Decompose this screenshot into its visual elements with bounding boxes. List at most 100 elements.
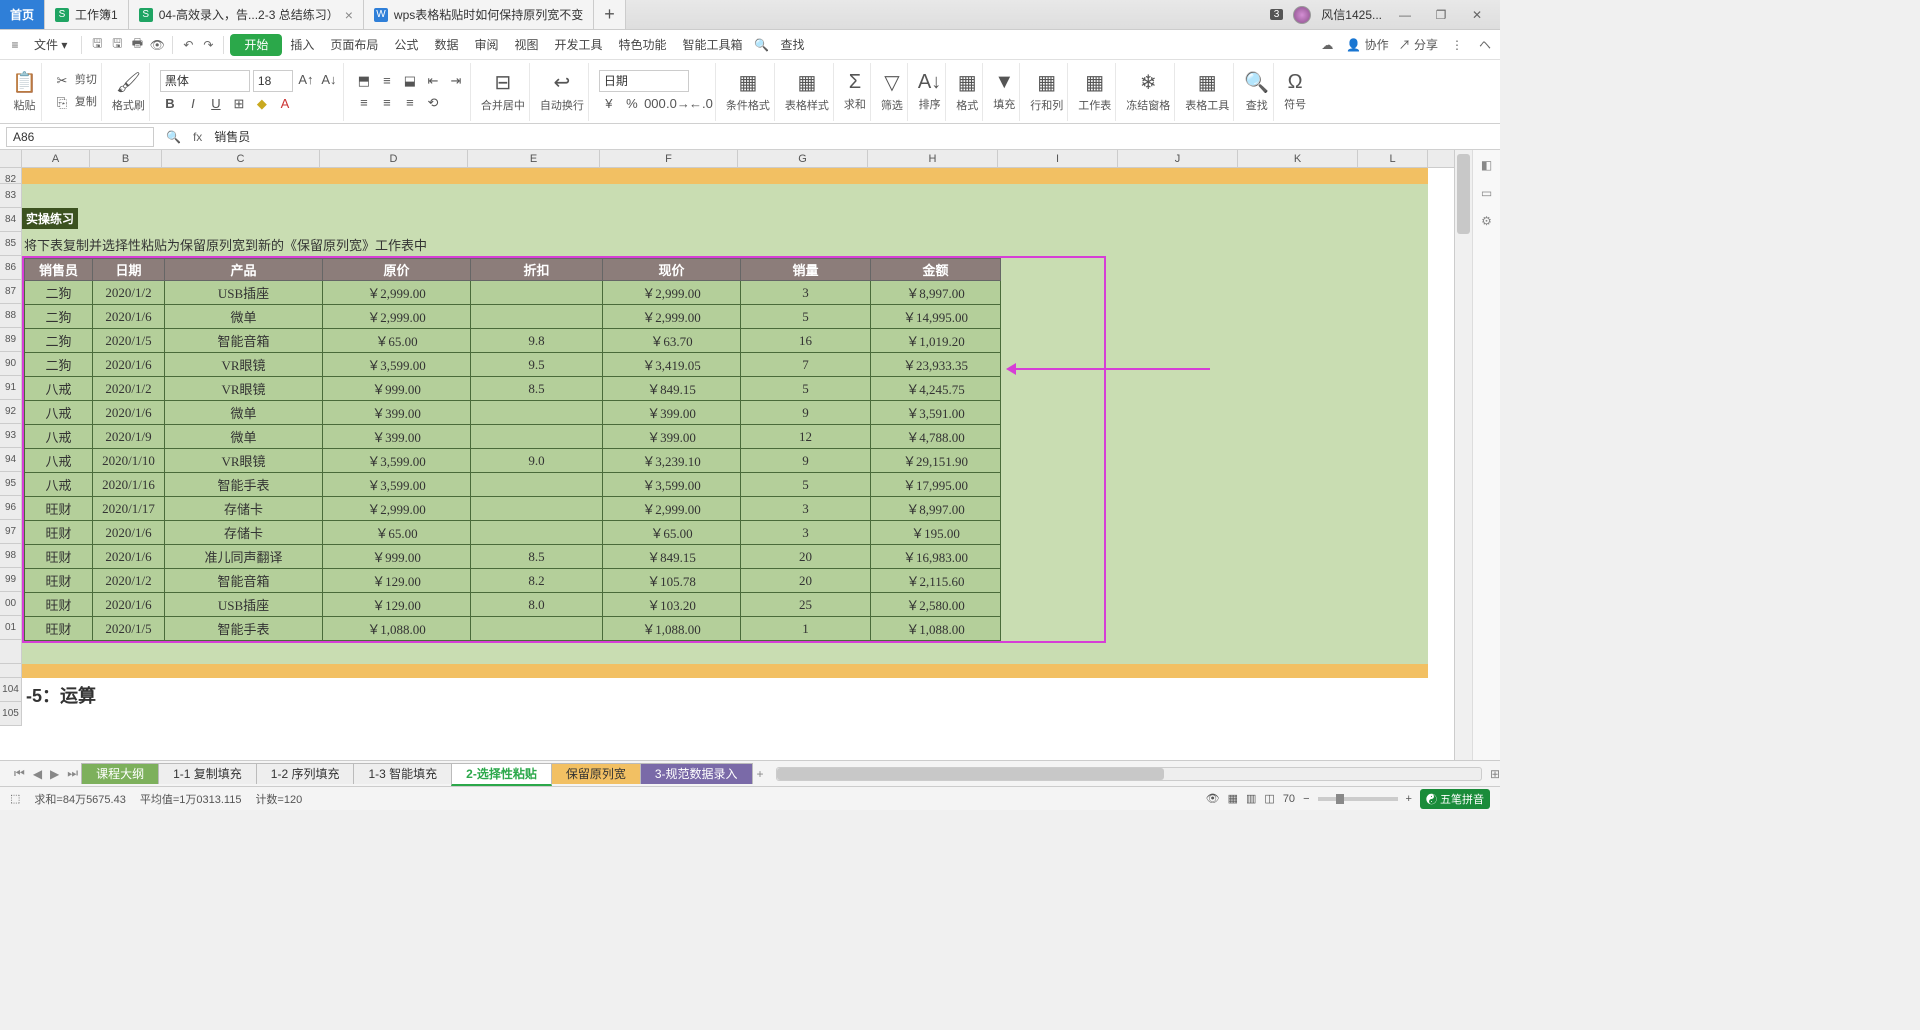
border-button[interactable]: ⊞ bbox=[229, 94, 249, 114]
col-header-A[interactable]: A bbox=[22, 150, 90, 167]
sheet-tab[interactable]: 1-2 序列填充 bbox=[256, 763, 355, 784]
table-cell[interactable]: ￥999.00 bbox=[323, 545, 471, 569]
orientation-icon[interactable]: ⟲ bbox=[423, 93, 443, 113]
underline-button[interactable]: U bbox=[206, 94, 226, 114]
sort-icon[interactable]: A↓ bbox=[918, 71, 941, 94]
table-cell[interactable]: ￥105.78 bbox=[603, 569, 741, 593]
italic-button[interactable]: I bbox=[183, 94, 203, 114]
table-cell[interactable]: 八戒 bbox=[25, 401, 93, 425]
table-cell[interactable]: ￥399.00 bbox=[323, 401, 471, 425]
table-cell[interactable]: 智能手表 bbox=[165, 473, 323, 497]
table-cell[interactable]: 八戒 bbox=[25, 449, 93, 473]
increase-font-icon[interactable]: A↑ bbox=[296, 70, 316, 90]
font-name-select[interactable]: 黑体 bbox=[160, 70, 250, 92]
table-cell[interactable]: ￥16,983.00 bbox=[871, 545, 1001, 569]
cut-icon[interactable]: ✂ bbox=[52, 71, 72, 91]
decrease-font-icon[interactable]: A↓ bbox=[319, 70, 339, 90]
table-cell[interactable]: 5 bbox=[741, 473, 871, 497]
table-cell[interactable]: 2020/1/6 bbox=[93, 353, 165, 377]
sheet-tab[interactable]: 保留原列宽 bbox=[551, 763, 641, 784]
table-cell[interactable]: ￥2,999.00 bbox=[603, 497, 741, 521]
panel-toggle-icon[interactable]: ◧ bbox=[1481, 158, 1492, 172]
table-cell[interactable]: 2020/1/2 bbox=[93, 377, 165, 401]
table-cell[interactable]: 2020/1/10 bbox=[93, 449, 165, 473]
table-cell[interactable]: VR眼镜 bbox=[165, 377, 323, 401]
table-cell[interactable]: 2020/1/2 bbox=[93, 281, 165, 305]
row-header[interactable]: 87 bbox=[0, 280, 22, 304]
table-cell[interactable]: 八戒 bbox=[25, 473, 93, 497]
format-painter-icon[interactable]: 🖌 bbox=[116, 70, 141, 95]
table-cell[interactable]: ￥3,239.10 bbox=[603, 449, 741, 473]
table-cell[interactable]: 9 bbox=[741, 449, 871, 473]
table-cell[interactable]: 2020/1/6 bbox=[93, 305, 165, 329]
grid-toggle-icon[interactable]: ⊞ bbox=[1490, 767, 1500, 781]
sheet-tab[interactable]: 1-1 复制填充 bbox=[158, 763, 257, 784]
table-cell[interactable]: ￥2,999.00 bbox=[603, 281, 741, 305]
col-header-E[interactable]: E bbox=[468, 150, 600, 167]
tab-home[interactable]: 首页 bbox=[0, 0, 45, 29]
chevron-up-icon[interactable]: ヘ bbox=[1476, 36, 1494, 54]
row-header[interactable]: 01 bbox=[0, 616, 22, 640]
table-cell[interactable]: USB插座 bbox=[165, 593, 323, 617]
table-cell[interactable]: 微单 bbox=[165, 425, 323, 449]
table-cell[interactable]: 准儿同声翻译 bbox=[165, 545, 323, 569]
freeze-icon[interactable]: ❄ bbox=[1140, 70, 1157, 95]
table-cell[interactable]: 智能音箱 bbox=[165, 569, 323, 593]
sheet-tab[interactable]: 3-规范数据录入 bbox=[640, 763, 753, 784]
table-cell[interactable]: ￥1,088.00 bbox=[871, 617, 1001, 641]
col-header-J[interactable]: J bbox=[1118, 150, 1238, 167]
table-cell[interactable]: 八戒 bbox=[25, 425, 93, 449]
table-cell[interactable]: ￥3,419.05 bbox=[603, 353, 741, 377]
menu-审阅[interactable]: 审阅 bbox=[466, 34, 506, 56]
table-cell[interactable]: 2020/1/9 bbox=[93, 425, 165, 449]
row-header[interactable]: 88 bbox=[0, 304, 22, 328]
fill-icon[interactable]: ▼ bbox=[994, 71, 1014, 94]
save-as-icon[interactable]: 🖫 bbox=[108, 36, 126, 54]
format-icon[interactable]: ▦ bbox=[958, 70, 977, 95]
spreadsheet-grid[interactable]: ABCDEFGHIJKL 828384实操练习85将下表复制并选择性粘贴为保留原… bbox=[0, 150, 1454, 760]
row-header[interactable]: 94 bbox=[0, 448, 22, 472]
menu-智能工具箱[interactable]: 智能工具箱 bbox=[675, 34, 751, 56]
table-cell[interactable]: ￥849.15 bbox=[603, 377, 741, 401]
sum-icon[interactable]: Σ bbox=[849, 71, 861, 94]
table-cell[interactable]: ￥63.70 bbox=[603, 329, 741, 353]
table-cell[interactable] bbox=[471, 617, 603, 641]
table-cell[interactable]: ￥65.00 bbox=[323, 521, 471, 545]
currency-icon[interactable]: ¥ bbox=[599, 94, 619, 114]
ime-indicator[interactable]: ☯ 五笔拼音 bbox=[1420, 789, 1490, 809]
hamburger-icon[interactable]: ≡ bbox=[6, 36, 24, 54]
table-cell[interactable]: ￥3,591.00 bbox=[871, 401, 1001, 425]
table-cell[interactable]: 16 bbox=[741, 329, 871, 353]
table-cell[interactable]: 旺财 bbox=[25, 545, 93, 569]
rowcol-icon[interactable]: ▦ bbox=[1037, 70, 1056, 95]
zoom-in-icon[interactable]: + bbox=[1406, 793, 1412, 805]
row-header[interactable]: 90 bbox=[0, 352, 22, 376]
table-cell[interactable]: ￥65.00 bbox=[323, 329, 471, 353]
table-cell[interactable] bbox=[471, 425, 603, 449]
table-cell[interactable] bbox=[471, 497, 603, 521]
cond-format-icon[interactable]: ▦ bbox=[738, 70, 757, 95]
row-header[interactable]: 85 bbox=[0, 232, 22, 256]
tab-workbook2[interactable]: S04-高效录入，告...2-3 总结练习）× bbox=[129, 0, 364, 29]
zoom-slider[interactable] bbox=[1318, 797, 1398, 801]
undo-icon[interactable]: ↶ bbox=[179, 36, 197, 54]
table-cell[interactable]: 9.8 bbox=[471, 329, 603, 353]
row-header[interactable]: 92 bbox=[0, 400, 22, 424]
table-cell[interactable]: 存储卡 bbox=[165, 521, 323, 545]
fx-icon[interactable]: fx bbox=[187, 130, 208, 144]
table-cell[interactable]: ￥399.00 bbox=[603, 401, 741, 425]
table-cell[interactable]: ￥3,599.00 bbox=[323, 353, 471, 377]
number-format-select[interactable]: 日期 bbox=[599, 70, 689, 92]
wrap-icon[interactable]: ↩ bbox=[554, 70, 571, 95]
cell-style-icon[interactable]: ▦ bbox=[797, 70, 816, 95]
menu-开始[interactable]: 开始 bbox=[230, 34, 282, 56]
align-right-icon[interactable]: ≡ bbox=[400, 93, 420, 113]
notification-badge[interactable]: 3 bbox=[1270, 9, 1284, 20]
add-sheet-button[interactable]: + bbox=[753, 767, 768, 781]
table-cell[interactable]: 9.5 bbox=[471, 353, 603, 377]
table-cell[interactable]: 1 bbox=[741, 617, 871, 641]
table-cell[interactable] bbox=[471, 473, 603, 497]
table-cell[interactable]: ￥3,599.00 bbox=[323, 449, 471, 473]
table-cell[interactable]: ￥29,151.90 bbox=[871, 449, 1001, 473]
table-cell[interactable]: 3 bbox=[741, 521, 871, 545]
